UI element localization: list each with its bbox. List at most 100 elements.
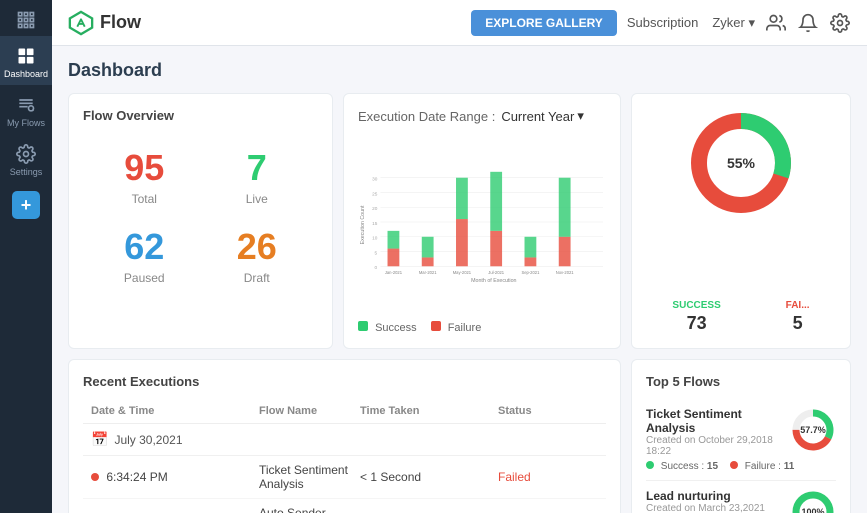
execution-chart-card: Execution Date Range : Current Year ▾ Ex…	[343, 93, 621, 349]
row-flow: Auto Sender Ticket...	[259, 506, 352, 513]
explore-gallery-button[interactable]: EXPLORE GALLERY	[471, 10, 617, 36]
success-count: 73	[687, 313, 707, 334]
mini-donut-chart: 100%	[790, 489, 836, 513]
failure-count: 5	[793, 313, 803, 334]
date-group: 📅 July 30,2021	[83, 424, 606, 456]
table-row[interactable]: 6:34:24 PM Ticket Sentiment Analysis < 1…	[83, 456, 606, 499]
sidebar-item-dashboard[interactable]: Dashboard	[0, 36, 52, 85]
col-status: Status	[498, 405, 598, 417]
top-flows-card: Top 5 Flows Ticket Sentiment Analysis Cr…	[631, 359, 851, 513]
topbar: Flow EXPLORE GALLERY Subscription Zyker …	[52, 0, 867, 46]
svg-text:20: 20	[372, 206, 378, 212]
row-time: 6:34:24 PM	[91, 470, 251, 484]
subscription-link[interactable]: Subscription	[627, 15, 699, 30]
stat-live: 7 Live	[206, 147, 309, 206]
svg-text:Execution Count: Execution Count	[360, 205, 366, 244]
flow-success: Success : 15	[646, 461, 718, 472]
sidebar-item-settings[interactable]: Settings	[0, 134, 52, 183]
flow-info: Lead nurturing Created on March 23,2021 …	[646, 489, 782, 513]
flow-failure: Failure : 11	[730, 461, 794, 472]
chart-legend: Success Failure	[358, 321, 606, 334]
svg-text:Jul-2021: Jul-2021	[488, 270, 505, 275]
row-status: Failed	[498, 470, 598, 484]
live-label: Live	[246, 192, 268, 206]
sidebar-item-label: Settings	[10, 167, 43, 177]
bell-icon[interactable]	[797, 12, 819, 34]
sidebar-header-icon[interactable]	[0, 0, 52, 36]
add-flow-button[interactable]: +	[12, 191, 40, 219]
main-area: Flow EXPLORE GALLERY Subscription Zyker …	[52, 0, 867, 513]
failure-legend: Failure	[431, 321, 482, 334]
chevron-down-icon: ▾	[577, 108, 584, 124]
svg-text:Mar-2021: Mar-2021	[419, 270, 437, 275]
sidebar-item-label: My Flows	[7, 118, 45, 128]
success-legend: Success	[358, 321, 417, 334]
donut-card: 55% SUCCESS 73 FAI... 5	[631, 93, 851, 349]
app-title: Flow	[100, 12, 141, 33]
bar-chart-svg: Execution Count 0 5 10 15 20 25 30	[358, 132, 606, 312]
page-title: Dashboard	[68, 60, 851, 81]
failure-dot	[730, 461, 738, 469]
draft-count: 26	[237, 226, 277, 268]
col-flowname: Flow Name	[259, 405, 352, 417]
stats-grid: 95 Total 7 Live 62 Paused 26 Draft	[83, 133, 318, 299]
flow-info: Ticket Sentiment Analysis Created on Oct…	[646, 407, 782, 457]
flow-item: Ticket Sentiment Analysis Created on Oct…	[646, 399, 836, 481]
draft-label: Draft	[244, 271, 270, 285]
flow-item: Lead nurturing Created on March 23,2021 …	[646, 481, 836, 513]
mini-donut-0: 57.7%	[790, 407, 836, 453]
top-flows-title: Top 5 Flows	[646, 374, 836, 389]
sidebar-item-myflows[interactable]: My Flows	[0, 85, 52, 134]
svg-text:May-2021: May-2021	[453, 270, 472, 275]
success-stat: SUCCESS 73	[672, 300, 720, 334]
row-duration: < 1 Second	[360, 470, 490, 484]
table-header: Date & Time Flow Name Time Taken Status	[83, 399, 606, 424]
svg-text:Sep-2021: Sep-2021	[521, 270, 540, 275]
recent-executions-title: Recent Executions	[83, 374, 606, 389]
svg-text:10: 10	[372, 236, 378, 242]
user-menu[interactable]: Zyker ▾	[712, 15, 755, 31]
sidebar: Dashboard My Flows Settings +	[0, 0, 52, 513]
success-dot	[646, 461, 654, 469]
donut-stats: SUCCESS 73 FAI... 5	[640, 300, 842, 334]
table-row[interactable]: 6:34:14 PM Auto Sender Ticket... < 1 Sec…	[83, 499, 606, 513]
paused-count: 62	[124, 226, 164, 268]
flow-overview-title: Flow Overview	[83, 108, 318, 123]
flow-overview-card: Flow Overview 95 Total 7 Live 62 Paused	[68, 93, 333, 349]
svg-text:Month of Execution: Month of Execution	[471, 278, 516, 284]
chart-label: Execution Date Range :	[358, 109, 495, 124]
chart-header: Execution Date Range : Current Year ▾	[358, 108, 606, 124]
calendar-icon: 📅	[91, 431, 108, 448]
chart-area: Execution Count 0 5 10 15 20 25 30	[358, 132, 606, 317]
mini-donut-1: 100%	[790, 489, 836, 513]
status-dot	[91, 473, 99, 481]
total-count: 95	[124, 147, 164, 189]
failure-dot	[431, 321, 441, 331]
date-range-dropdown[interactable]: Current Year ▾	[501, 108, 584, 124]
col-timetaken: Time Taken	[360, 405, 490, 417]
svg-text:Nov-2021: Nov-2021	[556, 270, 575, 275]
col-datetime: Date & Time	[91, 405, 251, 417]
mini-donut-chart: 57.7%	[790, 407, 836, 453]
svg-text:15: 15	[372, 221, 378, 227]
settings-icon[interactable]	[829, 12, 851, 34]
recent-executions-card: Recent Executions Date & Time Flow Name …	[68, 359, 621, 513]
topbar-nav: Subscription Zyker ▾	[627, 15, 755, 31]
failure-stat: FAI... 5	[786, 300, 810, 334]
logo-icon	[68, 10, 94, 36]
svg-text:Jan-2021: Jan-2021	[385, 270, 403, 275]
users-icon[interactable]	[765, 12, 787, 34]
app-logo: Flow	[68, 10, 141, 36]
row-flow: Ticket Sentiment Analysis	[259, 463, 352, 491]
flow-stats: Success : 15 Failure : 11	[646, 461, 836, 472]
total-label: Total	[132, 192, 157, 206]
flow-item-header: Lead nurturing Created on March 23,2021 …	[646, 489, 836, 513]
content-area: Dashboard Flow Overview 95 Total 7 Live …	[52, 46, 867, 513]
success-dot	[358, 321, 368, 331]
svg-text:5: 5	[375, 250, 378, 256]
dashboard-grid: Flow Overview 95 Total 7 Live 62 Paused	[68, 93, 851, 513]
sidebar-item-label: Dashboard	[4, 69, 48, 79]
stat-total: 95 Total	[93, 147, 196, 206]
paused-label: Paused	[124, 271, 165, 285]
live-count: 7	[247, 147, 267, 189]
